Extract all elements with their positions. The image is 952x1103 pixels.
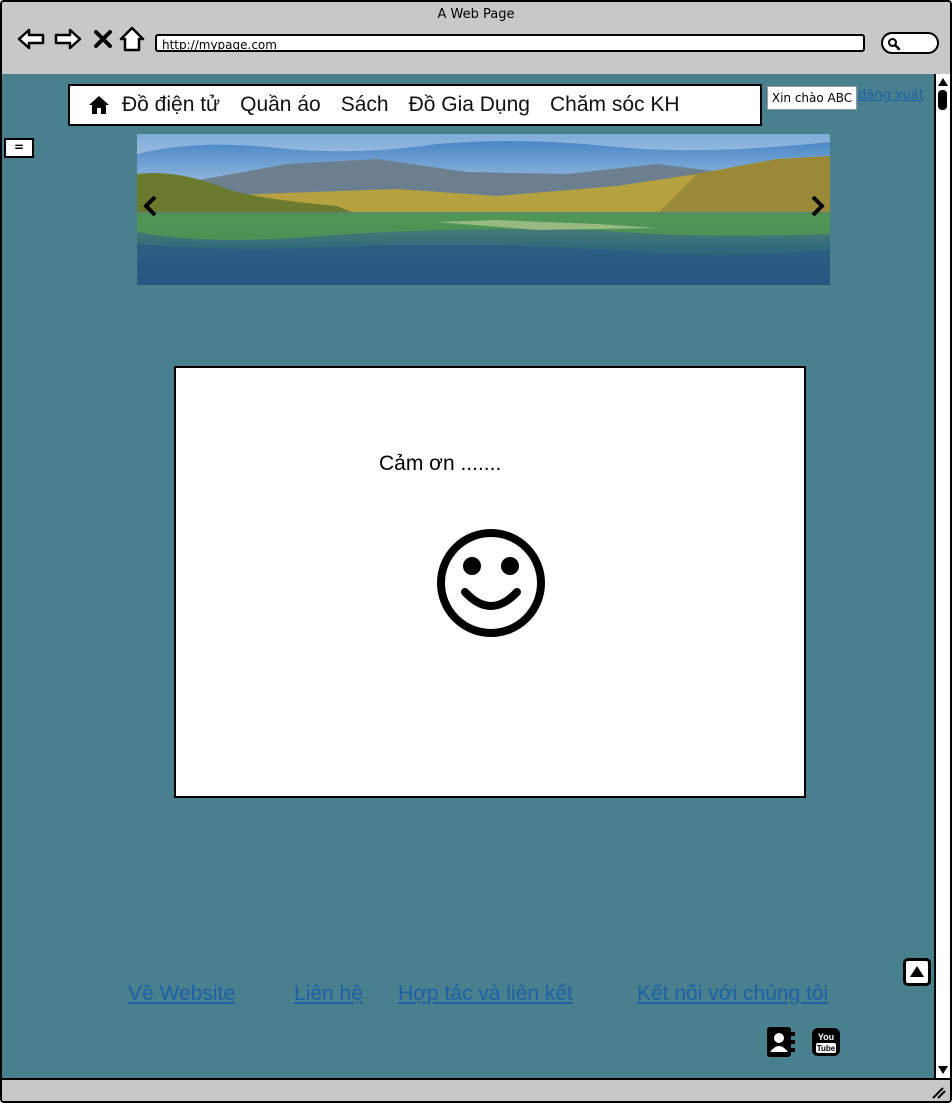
chevron-right-icon[interactable]: [805, 194, 829, 218]
browser-titlebar: A Web Page http://mypage.com: [2, 2, 950, 76]
browser-window: A Web Page http://mypage.com Đồ điện tử …: [0, 0, 952, 1103]
back-arrow-icon: [17, 28, 45, 50]
menu-item-household[interactable]: Đồ Gia Dụng: [409, 93, 530, 117]
top-menu: Đồ điện tử Quần áo Sách Đồ Gia Dụng Chăm…: [68, 84, 762, 126]
footer-link-about[interactable]: Về Website: [128, 982, 235, 1006]
footer-link-partnership[interactable]: Hợp tác và liên kết: [398, 982, 573, 1006]
scrollbar-thumb[interactable]: [938, 90, 947, 110]
youtube-icon[interactable]: You Tube: [811, 1026, 841, 1058]
thank-you-message: Cảm ơn .......: [379, 452, 502, 475]
scroll-top-button[interactable]: [903, 958, 931, 986]
forward-arrow-icon: [54, 28, 82, 50]
logout-link[interactable]: đăng xuất: [858, 88, 924, 103]
scroll-down-icon[interactable]: [937, 1064, 949, 1076]
back-button[interactable]: [16, 24, 46, 54]
banner-image: [137, 134, 830, 285]
menu-item-customer-care[interactable]: Chăm sóc KH: [550, 93, 680, 117]
scroll-up-icon[interactable]: [937, 76, 949, 88]
scroll-top-icon: [910, 966, 924, 977]
status-bar: [2, 1078, 950, 1101]
footer-link-contact[interactable]: Liên hệ: [294, 982, 363, 1006]
menu-home-button[interactable]: [88, 95, 110, 115]
browser-title: A Web Page: [437, 7, 515, 22]
forward-button[interactable]: [53, 24, 83, 54]
footer-link-connect[interactable]: Kết nối với chúng tôi: [637, 982, 828, 1006]
browser-search-field[interactable]: [881, 32, 939, 54]
home-button[interactable]: [117, 24, 147, 54]
svg-text:You: You: [818, 1032, 834, 1042]
search-icon: [888, 38, 901, 51]
stop-button[interactable]: [88, 24, 118, 54]
banner-carousel: [137, 134, 830, 285]
address-bar[interactable]: http://mypage.com: [155, 34, 865, 52]
user-greeting: Xin chào ABC: [767, 86, 857, 110]
resize-grip-icon[interactable]: [930, 1085, 946, 1099]
vertical-scrollbar[interactable]: [934, 74, 950, 1078]
smiley-icon: [437, 529, 545, 637]
home-icon: [89, 96, 109, 114]
thank-you-card: Cảm ơn .......: [174, 366, 806, 798]
menu-item-clothing[interactable]: Quần áo: [240, 93, 321, 117]
page-content: Đồ điện tử Quần áo Sách Đồ Gia Dụng Chăm…: [2, 74, 934, 1078]
svg-text:Tube: Tube: [817, 1044, 836, 1053]
menu-item-books[interactable]: Sách: [341, 93, 389, 117]
chevron-left-icon[interactable]: [139, 194, 163, 218]
home-icon: [119, 26, 145, 52]
close-icon: [94, 30, 112, 48]
sidebar-toggle-button[interactable]: =: [4, 138, 34, 158]
menu-item-electronics[interactable]: Đồ điện tử: [122, 93, 220, 117]
address-book-icon[interactable]: [766, 1026, 796, 1058]
